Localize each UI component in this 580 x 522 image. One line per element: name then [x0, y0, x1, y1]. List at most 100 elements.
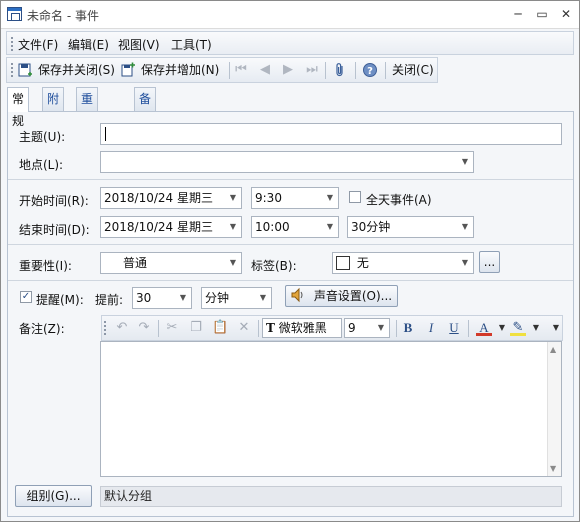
font-name-dropdown[interactable]: T 微软雅黑 — [262, 318, 342, 338]
undo-icon[interactable]: ↶ — [114, 320, 130, 336]
duration-value: 30分钟 — [351, 220, 391, 234]
subject-input[interactable] — [100, 123, 562, 145]
menu-edit[interactable]: 编辑(E) — [68, 36, 109, 53]
importance-dropdown[interactable]: 普通 ▼ — [100, 252, 242, 274]
toolbar-overflow-icon[interactable]: ▼ — [548, 320, 564, 336]
group-value-field: 默认分组 — [100, 486, 562, 507]
rich-text-toolbar: ↶ ↷ ✂ ❐ 📋 ✕ T 微软雅黑 9 ▼ B I U A ▼ ✎ ▼ ▼ — [101, 315, 563, 341]
chevron-down-icon[interactable]: ▼ — [494, 320, 510, 336]
close-icon[interactable]: ✕ — [555, 5, 577, 23]
svg-text:?: ? — [367, 66, 373, 77]
toolbar-grip-icon[interactable] — [11, 63, 14, 77]
advance-unit-dropdown[interactable]: 分钟 ▼ — [201, 287, 272, 309]
tab-general[interactable]: 常规 — [7, 87, 30, 128]
chevron-down-icon: ▼ — [461, 157, 468, 166]
chevron-down-icon: ▼ — [179, 293, 186, 302]
end-time-label: 结束时间(D): — [19, 223, 90, 237]
window-title: 未命名 - 事件 — [27, 9, 99, 23]
tag-label: 标签(B): — [251, 259, 297, 273]
highlight-icon[interactable]: ✎ — [510, 320, 526, 336]
underline-icon[interactable]: U — [446, 320, 462, 336]
notes-editor[interactable]: ▲ ▼ — [100, 341, 562, 477]
notes-scrollbar[interactable]: ▲ ▼ — [547, 342, 561, 476]
location-label: 地点(L): — [19, 158, 64, 172]
copy-icon[interactable]: ❐ — [188, 320, 204, 336]
paste-icon[interactable]: 📋 — [212, 320, 228, 336]
toolbar-separator — [325, 62, 326, 79]
event-window: 未命名 - 事件 ─ ▭ ✕ 文件(F) 编辑(E) 视图(V) 工具(T) 保… — [0, 0, 580, 522]
advance-label: 提前: — [95, 293, 124, 307]
font-color-icon[interactable]: A — [476, 320, 492, 336]
reminder-label: 提醒(M): — [36, 293, 84, 307]
duration-dropdown[interactable]: 30分钟 ▼ — [347, 216, 474, 238]
end-date-value: 2018/10/24 星期三 — [104, 220, 213, 234]
importance-value: 普通 — [123, 256, 148, 270]
all-day-checkbox[interactable] — [349, 191, 361, 203]
save-add-button[interactable]: 保存并增加(N) — [141, 61, 219, 79]
close-button[interactable]: 关闭(C) — [392, 61, 434, 79]
toolbar-separator — [396, 320, 397, 337]
tab-attachments[interactable]: 附件 — [42, 87, 65, 128]
bold-icon[interactable]: B — [400, 320, 416, 336]
advance-value: 30 — [136, 291, 152, 305]
scroll-up-icon[interactable]: ▲ — [550, 345, 556, 354]
font-size-value: 9 — [348, 321, 356, 335]
chevron-down-icon[interactable]: ▼ — [528, 320, 544, 336]
save-new-icon — [120, 62, 136, 78]
chevron-down-icon: ▼ — [229, 258, 236, 267]
notes-label: 备注(Z): — [19, 322, 65, 336]
scroll-down-icon[interactable]: ▼ — [550, 464, 556, 473]
start-time-value: 9:30 — [255, 191, 282, 205]
reminder-checkbox[interactable]: ✓ — [20, 291, 32, 303]
toolbar-separator — [158, 320, 159, 337]
redo-icon[interactable]: ↷ — [136, 320, 152, 336]
divider — [8, 244, 573, 245]
delete-icon[interactable]: ✕ — [236, 320, 252, 336]
toolbar-separator — [355, 62, 356, 79]
chevron-down-icon: ▼ — [377, 323, 384, 332]
title-bar: 未命名 - 事件 ─ ▭ ✕ — [1, 1, 579, 29]
end-date-dropdown[interactable]: 2018/10/24 星期三 ▼ — [100, 216, 242, 238]
location-dropdown[interactable]: ▼ — [100, 151, 474, 173]
toolbar-grip-icon[interactable] — [104, 321, 107, 335]
chevron-down-icon: ▼ — [259, 293, 266, 302]
previous-record-icon[interactable]: ◀ — [257, 62, 273, 78]
end-time-dropdown[interactable]: 10:00 ▼ — [251, 216, 339, 238]
chevron-down-icon: ▼ — [326, 222, 333, 231]
save-close-button[interactable]: 保存并关闭(S) — [38, 61, 115, 79]
advance-unit-value: 分钟 — [205, 291, 230, 305]
start-time-label: 开始时间(R): — [19, 194, 89, 208]
start-time-dropdown[interactable]: 9:30 ▼ — [251, 187, 339, 209]
tag-value: 无 — [356, 256, 369, 270]
tag-more-button[interactable]: ... — [479, 251, 500, 273]
tag-dropdown[interactable]: 无 ▼ — [332, 252, 474, 274]
next-record-icon[interactable]: ▶ — [280, 62, 296, 78]
sound-settings-button[interactable]: 声音设置(O)... — [285, 285, 398, 307]
menu-tools[interactable]: 工具(T) — [171, 36, 212, 53]
chevron-down-icon: ▼ — [229, 193, 236, 202]
group-button[interactable]: 组别(G)... — [15, 485, 92, 507]
italic-icon[interactable]: I — [423, 320, 439, 336]
tag-color-swatch — [336, 256, 350, 270]
attachment-icon[interactable] — [332, 62, 348, 78]
tab-recurrence[interactable]: 重复周期 — [76, 87, 99, 172]
last-record-icon[interactable]: ⏭ — [304, 62, 320, 78]
menu-file[interactable]: 文件(F) — [18, 36, 58, 53]
start-date-dropdown[interactable]: 2018/10/24 星期三 ▼ — [100, 187, 242, 209]
subject-label: 主题(U): — [19, 130, 66, 144]
menu-view[interactable]: 视图(V) — [118, 36, 160, 53]
menubar-grip-icon[interactable] — [11, 37, 14, 51]
toolbar-separator — [468, 320, 469, 337]
first-record-icon[interactable]: ⏮ — [233, 62, 249, 78]
speaker-icon — [290, 287, 306, 303]
cut-icon[interactable]: ✂ — [164, 320, 180, 336]
tab-notes[interactable]: 备注 — [134, 87, 157, 128]
save-icon — [17, 62, 33, 78]
maximize-icon[interactable]: ▭ — [531, 5, 553, 23]
main-toolbar: 保存并关闭(S) 保存并增加(N) ⏮ ◀ ▶ ⏭ ? 关闭(C) — [6, 57, 438, 83]
toolbar-separator — [229, 62, 230, 79]
help-icon[interactable]: ? — [362, 62, 378, 78]
font-size-dropdown[interactable]: 9 ▼ — [344, 318, 390, 338]
advance-dropdown[interactable]: 30 ▼ — [132, 287, 192, 309]
minimize-icon[interactable]: ─ — [507, 5, 529, 23]
